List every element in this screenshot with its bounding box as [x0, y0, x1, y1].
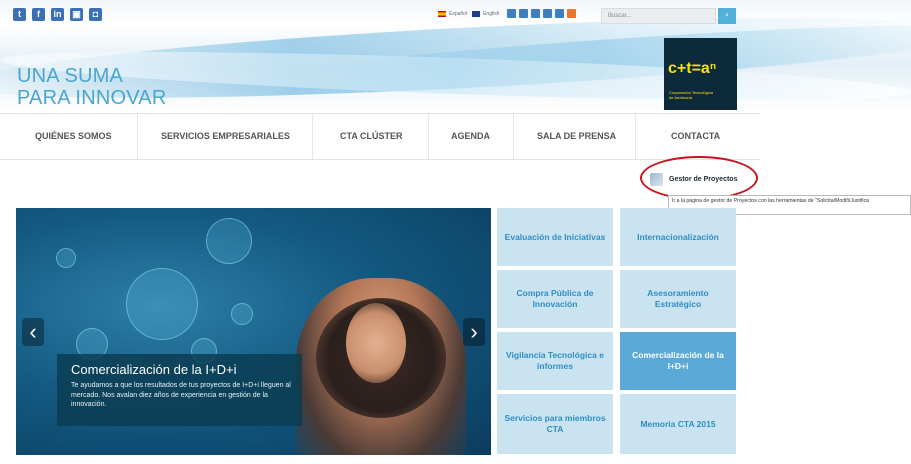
youtube-icon[interactable]: ▣ [70, 8, 83, 21]
tile-evaluacion-iniciativas[interactable]: Evaluación de Iniciativas [497, 208, 613, 266]
nav-divider [428, 114, 429, 159]
nav-item-agenda[interactable]: AGENDA [451, 131, 490, 141]
contrast-icon[interactable] [519, 9, 529, 18]
sitemap-icon[interactable] [555, 9, 565, 18]
search-input[interactable]: Buscar... [601, 8, 716, 24]
tool-icons [507, 9, 577, 18]
slider-prev-button[interactable]: ‹ [22, 318, 44, 346]
nav-item-servicios-empresariales[interactable]: SERVICIOS EMPRESARIALES [161, 131, 290, 141]
nav-item-contacta[interactable]: CONTACTA [671, 131, 720, 141]
tile-asesoramiento[interactable]: Asesoramiento Estratégico [620, 270, 736, 328]
tile-compra-publica[interactable]: Compra Pública de Innovación [497, 270, 613, 328]
slide-caption: Comercialización de la I+D+i Te ayudamos… [57, 354, 302, 426]
lang-en-link[interactable]: English [483, 11, 499, 17]
tile-servicios-miembros[interactable]: Servicios para miembros CTA [497, 394, 613, 454]
lang-es-link[interactable]: Español [449, 11, 467, 17]
tile-internacionalizacion[interactable]: Internacionalización [620, 208, 736, 266]
facebook-icon[interactable]: f [32, 8, 45, 21]
slide-title: Comercialización de la I+D+i [71, 362, 237, 377]
top-bar: t f in ▣ ◘ Español English Buscar... ⌕ [0, 0, 911, 26]
twitter-icon[interactable]: t [13, 8, 26, 21]
hero-person-face [346, 303, 406, 383]
logo-subtitle-line-2: de Andalucía [669, 95, 693, 100]
nav-divider [635, 114, 636, 159]
hero-graphic-bubble [126, 268, 198, 340]
tile-comercializacion[interactable]: Comercialización de la I+D+i [620, 332, 736, 390]
accessibility-icon[interactable] [507, 9, 517, 18]
linkedin-icon[interactable]: in [51, 8, 64, 21]
hero-graphic-bubble [231, 303, 253, 325]
social-links: t f in ▣ ◘ [13, 8, 102, 21]
font-size-icon[interactable] [543, 9, 553, 18]
uk-flag-icon[interactable] [472, 10, 481, 17]
logo-subtitle: Corporación Tecnológica de Andalucía [669, 90, 713, 100]
search-icon[interactable]: ⌕ [718, 8, 736, 24]
hero-graphic-bubble [206, 218, 252, 264]
instagram-icon[interactable]: ◘ [89, 8, 102, 21]
nav-item-quienes-somos[interactable]: QUIÉNES SOMOS [35, 131, 112, 141]
cta-logo[interactable]: c+t=aⁿ Corporación Tecnológica de Andalu… [664, 38, 737, 110]
nav-divider [137, 114, 138, 159]
tile-memoria-cta-2015[interactable]: Memoria CTA 2015 [620, 394, 736, 454]
logo-mark: c+t=aⁿ [668, 60, 717, 77]
slider-next-button[interactable]: › [463, 318, 485, 346]
nav-item-cta-cluster[interactable]: CTA CLÚSTER [340, 131, 403, 141]
site-header: t f in ▣ ◘ Español English Buscar... ⌕ U… [0, 0, 911, 110]
highlight-circle [640, 156, 758, 200]
main-navigation: QUIÉNES SOMOS SERVICIOS EMPRESARIALES CT… [0, 113, 760, 160]
language-selector: Español English [438, 9, 577, 18]
slide-description: Te ayudamos a que los resultados de tus … [71, 382, 291, 408]
rss-icon[interactable] [567, 9, 577, 18]
tagline-line-1: UNA SUMA [17, 65, 124, 87]
nav-divider [312, 114, 313, 159]
nav-item-sala-de-prensa[interactable]: SALA DE PRENSA [537, 131, 616, 141]
nav-divider [513, 114, 514, 159]
hero-graphic-bubble [56, 248, 76, 268]
tile-vigilancia-tecnologica[interactable]: Vigilancia Tecnológica e informes [497, 332, 613, 390]
print-icon[interactable] [531, 9, 541, 18]
spain-flag-icon[interactable] [438, 10, 446, 17]
hero-slider[interactable]: ‹ › Comercialización de la I+D+i Te ayud… [16, 208, 491, 455]
site-tagline: UNA SUMA PARA INNOVAR [17, 65, 166, 109]
tagline-line-2: PARA INNOVAR [17, 87, 167, 109]
